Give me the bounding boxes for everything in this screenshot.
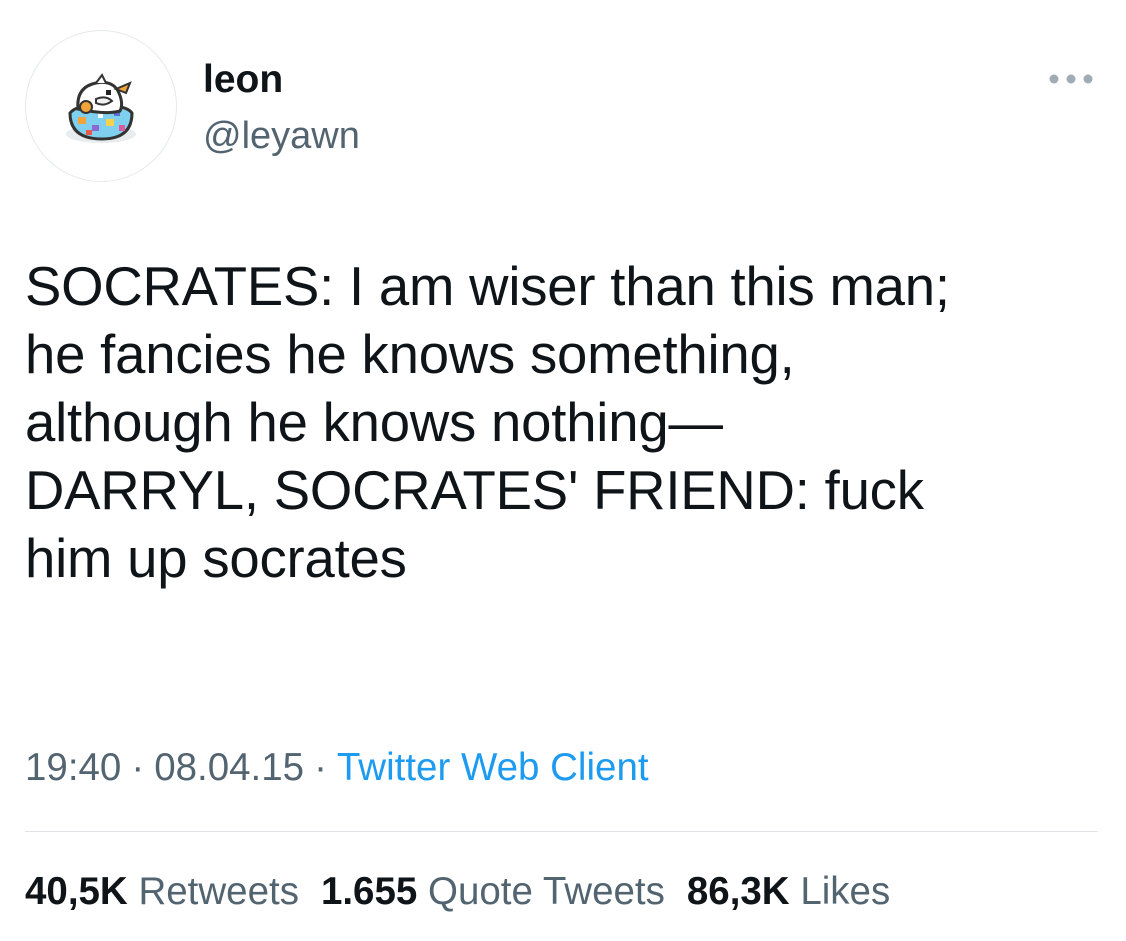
tweet-stats: 40,5K Retweets 1.655 Quote Tweets 86,3K Li… — [25, 866, 912, 918]
user-handle[interactable]: @leyawn — [203, 112, 360, 160]
tweet-date[interactable]: 08.04.15 — [154, 746, 304, 789]
likes-count: 86,3K — [686, 870, 790, 913]
separator-dot: · — [131, 746, 145, 789]
retweets-label: Retweets — [138, 870, 299, 913]
more-options-button[interactable] — [1046, 66, 1096, 92]
quote-tweets-count: 1.655 — [320, 870, 418, 913]
more-options-icon — [1049, 74, 1093, 84]
retweets-stat[interactable]: 40,5K Retweets — [25, 866, 299, 918]
avatar[interactable] — [25, 30, 177, 182]
likes-stat[interactable]: 86,3K Likes — [687, 866, 890, 918]
tweet-metadata: 19:40 · 08.04.15 · Twitter Web Client — [25, 742, 649, 794]
quote-tweets-label: Quote Tweets — [428, 870, 665, 913]
tweet-time[interactable]: 19:40 — [25, 746, 121, 789]
tweet-card: leon @leyawn SOCRATES: I am wiser than t… — [0, 0, 1126, 941]
pixel-bird-egg-avatar-icon — [66, 73, 136, 143]
separator-dot: · — [314, 746, 327, 789]
tweet-text: SOCRATES: I am wiser than this man; he f… — [25, 256, 950, 589]
tweet-source-link[interactable]: Twitter Web Client — [337, 746, 649, 789]
retweets-count: 40,5K — [25, 870, 128, 913]
likes-label: Likes — [800, 870, 891, 913]
divider — [25, 831, 1098, 832]
display-name[interactable]: leon — [203, 56, 283, 104]
quote-tweets-stat[interactable]: 1.655 Quote Tweets — [321, 866, 665, 918]
